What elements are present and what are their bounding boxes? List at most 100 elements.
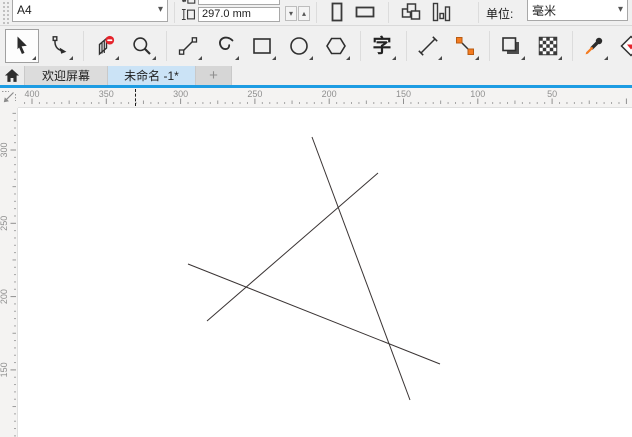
app-window: A4 ▾ 210.0 mm	[0, 0, 632, 437]
tab-welcome-screen[interactable]: 欢迎屏幕	[24, 66, 108, 85]
portrait-icon	[331, 2, 343, 22]
parallel-dimension-tool[interactable]	[411, 29, 445, 63]
svg-text:50: 50	[547, 89, 557, 99]
chevron-down-icon: ▾	[617, 4, 623, 15]
current-page-icon	[432, 2, 451, 22]
tab-document[interactable]: 未命名 -1*	[108, 66, 196, 85]
freehand-icon	[178, 37, 198, 55]
separator	[360, 31, 361, 61]
landscape-icon	[355, 6, 375, 18]
page-width-text: 210.0 mm	[202, 0, 251, 3]
separator	[489, 31, 490, 61]
tab-welcome-label: 欢迎屏幕	[41, 69, 90, 83]
toolbox: 字	[0, 26, 632, 66]
svg-text:350: 350	[99, 89, 114, 99]
property-bar-gripper[interactable]	[2, 1, 9, 24]
pick-tool[interactable]	[5, 29, 39, 63]
units-label: 单位:	[486, 7, 514, 21]
freehand-tool[interactable]	[171, 29, 205, 63]
chevron-down-icon: ▾	[157, 3, 163, 15]
document-tab-bar: 欢迎屏幕 未命名 -1* +	[0, 66, 632, 88]
page-width-field[interactable]: 210.0 mm	[198, 0, 280, 5]
connector-tool[interactable]	[448, 29, 482, 63]
svg-text:100: 100	[470, 89, 485, 99]
shape-tool[interactable]	[42, 29, 76, 63]
ruler-origin-button[interactable]	[0, 88, 18, 108]
new-document-tab-button[interactable]: +	[196, 66, 232, 85]
home-icon	[4, 69, 20, 82]
home-button[interactable]	[0, 66, 24, 85]
zoom-tool[interactable]	[125, 29, 159, 63]
drawing-canvas[interactable]	[18, 108, 632, 437]
svg-text:200: 200	[322, 89, 337, 99]
svg-text:150: 150	[396, 89, 411, 99]
separator	[316, 2, 317, 23]
polygon-tool[interactable]	[319, 29, 353, 63]
page-height-text: 297.0 mm	[202, 8, 251, 20]
eyedropper-icon	[585, 37, 603, 55]
tab-document-label: 未命名 -1*	[124, 69, 179, 83]
interactive-fill-tool[interactable]	[614, 29, 632, 63]
spinner-down-button[interactable]: ▾	[285, 6, 297, 21]
separator	[166, 31, 167, 61]
vertical-ruler[interactable]: 300 250 200 150	[0, 108, 18, 437]
ellipse-tool[interactable]	[282, 29, 316, 63]
bezier-tool[interactable]	[208, 29, 242, 63]
ruler-origin-icon	[2, 91, 16, 103]
all-pages-icon	[401, 3, 421, 20]
svg-text:300: 300	[0, 142, 9, 157]
separator	[388, 2, 389, 23]
property-bar: A4 ▾ 210.0 mm	[0, 0, 632, 26]
zoom-icon	[133, 37, 151, 55]
horizontal-ruler-ticks: 400 350 300 250 200 150 100 50	[24, 89, 627, 104]
color-eyedropper-tool[interactable]	[577, 29, 611, 63]
rectangle-icon	[253, 38, 271, 54]
portrait-button[interactable]	[324, 0, 350, 25]
text-tool[interactable]: 字	[365, 29, 399, 63]
page-height-field[interactable]: 297.0 mm	[198, 6, 280, 22]
separator	[406, 31, 407, 61]
page-width-icon	[181, 0, 196, 4]
connector-icon	[456, 37, 474, 55]
dimension-icon	[418, 36, 438, 56]
bezier-icon	[219, 36, 234, 50]
svg-text:150: 150	[0, 362, 9, 377]
units-select[interactable]: 毫米 ▾	[527, 0, 628, 21]
separator	[174, 2, 175, 23]
transparency-tool[interactable]	[531, 29, 565, 63]
rectangle-tool[interactable]	[245, 29, 279, 63]
separator	[83, 31, 84, 61]
svg-text:300: 300	[173, 89, 188, 99]
svg-text:200: 200	[0, 289, 9, 304]
spinner-up-button[interactable]: ▴	[298, 6, 310, 21]
svg-text:250: 250	[247, 89, 262, 99]
page-size-value: A4	[17, 2, 32, 17]
crop-tool[interactable]	[88, 29, 122, 63]
current-page-button[interactable]	[428, 0, 454, 25]
all-pages-button[interactable]	[398, 0, 424, 25]
page-size-fields: 210.0 mm 297.0 mm	[181, 0, 280, 23]
text-tool-icon: 字	[372, 35, 392, 57]
vertical-ruler-ticks: 300 250 200 150	[0, 112, 16, 437]
plus-icon: +	[209, 67, 218, 84]
shape-icon	[52, 36, 67, 54]
svg-text:400: 400	[24, 89, 39, 99]
separator	[572, 31, 573, 61]
drop-shadow-tool[interactable]	[494, 29, 528, 63]
svg-text:250: 250	[0, 216, 9, 231]
page-size-spinners: ▾ ▴	[284, 6, 310, 21]
units-value: 毫米	[532, 3, 557, 18]
page-size-select[interactable]: A4 ▾	[12, 0, 168, 22]
page-height-icon	[181, 8, 195, 20]
crop-icon	[98, 35, 115, 56]
interactive-fill-icon	[620, 35, 632, 57]
polygon-icon	[326, 37, 346, 55]
transparency-icon	[538, 36, 558, 56]
separator	[478, 2, 479, 23]
landscape-button[interactable]	[352, 0, 378, 25]
ellipse-icon	[290, 37, 308, 55]
drop-shadow-icon	[502, 37, 519, 54]
drawn-lines	[187, 136, 441, 401]
horizontal-ruler[interactable]: 400 350 300 250 200 150 100 50	[18, 88, 632, 108]
ruler-cursor-marker	[135, 89, 136, 106]
